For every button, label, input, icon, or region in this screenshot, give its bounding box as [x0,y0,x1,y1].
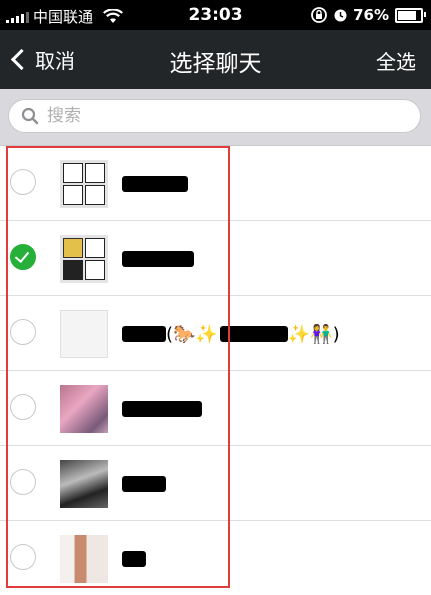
select-radio-checked[interactable] [10,244,36,270]
chat-name [122,398,202,420]
redacted-name [122,476,166,492]
select-radio[interactable] [10,544,36,570]
list-item[interactable] [0,371,431,446]
rotation-lock-icon [311,7,327,23]
redacted-name [122,551,146,567]
photo-avatar [60,460,108,508]
select-radio[interactable] [10,469,36,495]
page-title: 选择聊天 [169,51,262,77]
redacted-name [219,326,288,342]
search-field[interactable] [8,99,421,133]
list-item[interactable] [0,521,431,595]
checkmark-icon [14,247,30,264]
select-radio[interactable] [10,394,36,420]
redacted-name [122,326,166,342]
alarm-icon [334,9,347,21]
status-bar: 中国联通 23:03 76% [0,0,431,30]
select-all-button[interactable]: 全选 [376,46,416,75]
redacted-name [122,251,194,267]
redacted-name [122,401,202,417]
chat-name-visible-part: (🐎✨ [166,323,218,345]
chat-name [122,473,166,495]
photo-avatar [60,535,108,583]
list-item[interactable] [0,221,431,296]
navigation-bar: 取消 选择聊天 全选 [0,30,431,89]
chat-name [122,548,146,570]
chat-name [122,173,188,195]
search-bar [0,89,431,146]
search-input[interactable] [45,105,399,127]
chat-name [122,248,194,270]
group-avatar [60,235,108,283]
select-radio[interactable] [10,319,36,345]
battery-percent: 76% [353,6,389,24]
chat-list: (🐎✨ ✨👫) [0,146,431,595]
search-icon [21,107,39,125]
chat-name-visible-part-2: ✨👫) [287,323,340,345]
list-item[interactable] [0,146,431,221]
battery-fill [398,10,417,20]
photo-avatar [60,385,108,433]
select-radio[interactable] [10,169,36,195]
battery-icon [395,7,426,23]
chat-name: (🐎✨ ✨👫) [122,323,340,345]
list-item[interactable]: (🐎✨ ✨👫) [0,296,431,371]
redacted-name [122,176,188,192]
list-item[interactable] [0,446,431,521]
group-avatar [60,160,108,208]
photo-avatar [60,310,108,358]
status-right: 76% [310,6,426,24]
